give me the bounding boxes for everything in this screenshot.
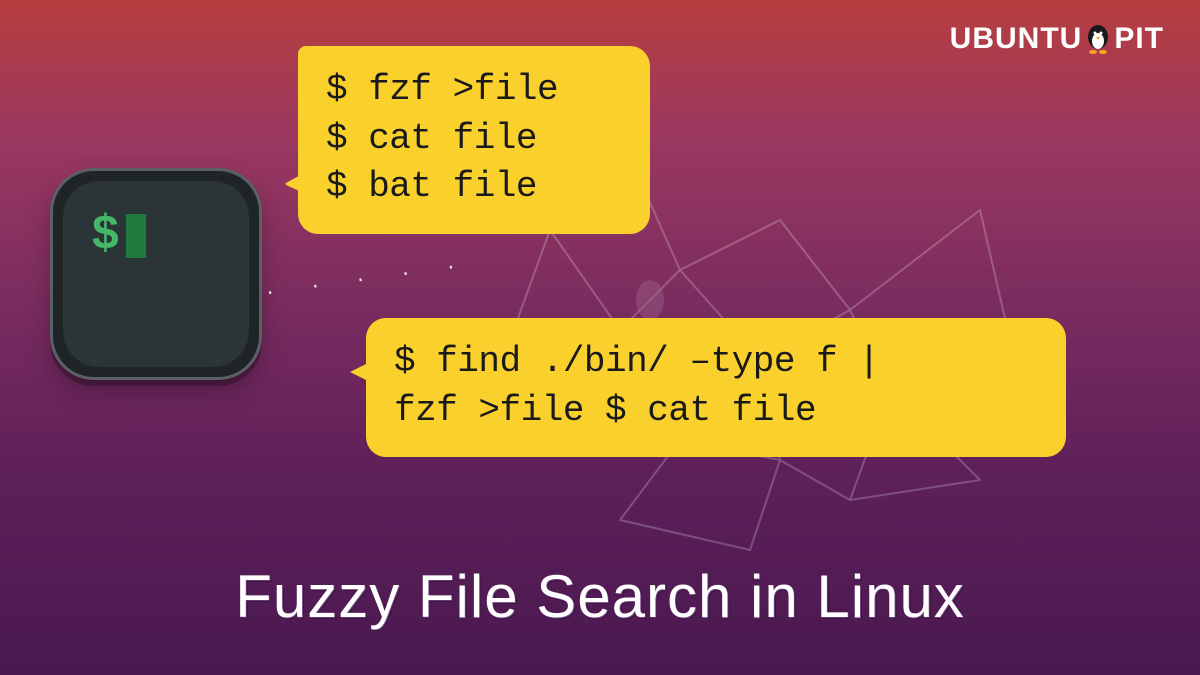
command-line: fzf >file $ cat file [394,387,1038,436]
command-line: $ fzf >file [326,66,622,115]
prompt-symbol: $ [91,209,120,263]
connector-dots: · · · · · [264,256,470,304]
terminal-screen: $ [63,181,249,367]
ubuntupit-logo: UBUNTU PIT [950,22,1164,56]
page-title: Fuzzy File Search in Linux [0,562,1200,631]
command-line: $ find ./bin/ –type f | [394,338,1038,387]
command-bubble-top: $ fzf >file $ cat file $ bat file [298,46,650,234]
terminal-icon: $ [50,168,262,380]
command-line: $ bat file [326,163,622,212]
logo-text-part2: PIT [1114,22,1164,56]
terminal-prompt: $ [91,209,146,263]
logo-text-part1: UBUNTU [950,22,1083,56]
command-bubble-bottom: $ find ./bin/ –type f | fzf >file $ cat … [366,318,1066,457]
penguin-icon [1084,24,1112,54]
terminal-cursor-icon [126,214,146,258]
command-line: $ cat file [326,115,622,164]
